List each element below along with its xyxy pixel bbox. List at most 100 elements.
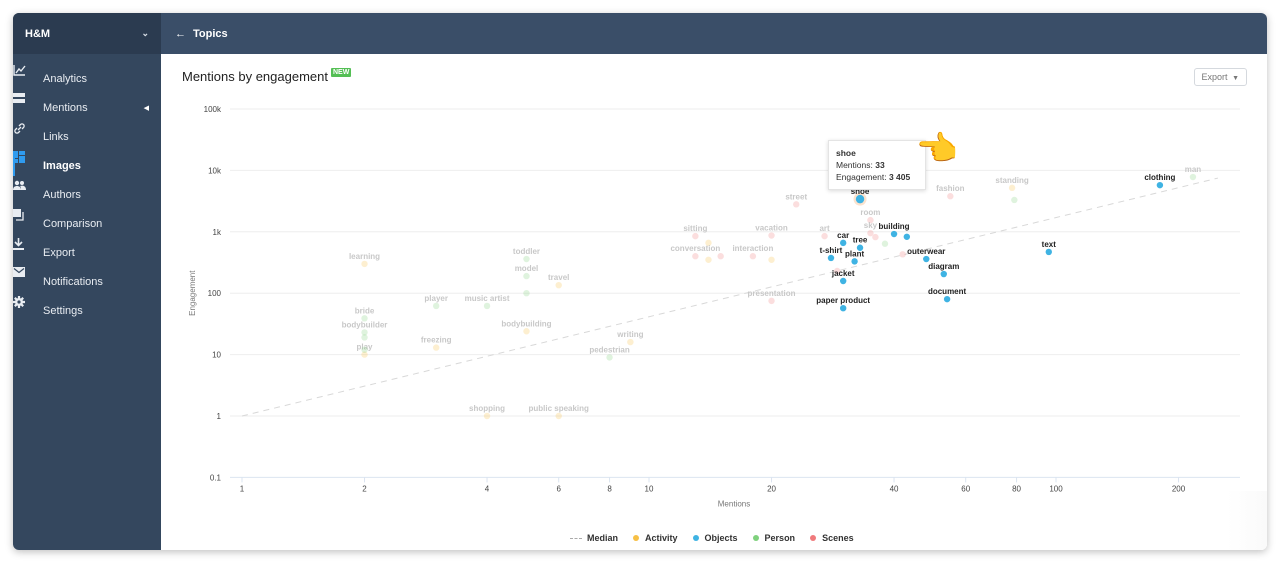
brand-switcher[interactable]: H&M ⌄ [13, 13, 161, 54]
data-point[interactable] [827, 254, 835, 262]
tooltip-title: shoe [836, 148, 856, 158]
data-label: art [819, 224, 830, 233]
data-point[interactable] [940, 270, 947, 278]
sidebar-item-mentions[interactable]: Mentions ◀ [13, 93, 161, 122]
data-point [606, 354, 613, 361]
data-label: man [1185, 165, 1202, 174]
data-label: travel [548, 273, 569, 282]
data-point [1189, 173, 1197, 181]
dot-icon [752, 535, 759, 541]
data-label: clothing [1144, 173, 1175, 182]
sidebar-item-analytics[interactable]: Analytics [13, 64, 161, 93]
data-point[interactable] [1156, 181, 1164, 189]
dot-icon [810, 535, 817, 541]
sidebar: H&M ⌄ Analytics Mentions ◀ Links Images [13, 13, 161, 550]
data-label: building [878, 222, 909, 231]
sidebar-item-settings[interactable]: Settings [13, 296, 161, 325]
legend-label: Scenes [822, 533, 854, 543]
chart-legend: Median Activity Objects Person Scenes [570, 533, 854, 543]
y-axis-label: Engagement [188, 270, 197, 316]
sidebar-nav: Analytics Mentions ◀ Links Images Author… [13, 54, 161, 325]
data-label: player [424, 294, 448, 303]
sidebar-item-links[interactable]: Links [13, 122, 161, 151]
data-point [555, 281, 562, 289]
data-point [523, 255, 530, 263]
data-point[interactable] [903, 233, 911, 240]
sidebar-item-label: Links [43, 130, 69, 143]
x-tick-label: 8 [607, 484, 612, 493]
data-point [523, 290, 530, 297]
data-label: interaction [732, 244, 773, 253]
sidebar-item-label: Mentions [43, 101, 88, 114]
brand-name: H&M [25, 27, 51, 40]
tooltip-engagement-value: 3 405 [888, 172, 911, 182]
y-tick-label: 0.1 [210, 473, 222, 482]
sidebar-item-export[interactable]: Export [13, 238, 161, 267]
data-point [821, 232, 828, 240]
data-label: paper product [816, 296, 870, 305]
users-icon [13, 180, 36, 202]
sidebar-item-images[interactable]: Images [13, 151, 161, 180]
data-point[interactable] [839, 304, 847, 312]
x-axis-label: Mentions [718, 499, 750, 508]
decorative-fade [1227, 491, 1267, 550]
link-icon [14, 123, 36, 144]
sidebar-item-label: Images [43, 159, 81, 172]
legend-item-objects[interactable]: Objects [692, 533, 738, 543]
y-tick-label: 10k [208, 166, 222, 175]
data-point[interactable] [855, 194, 865, 204]
legend-item-median[interactable]: Median [570, 533, 618, 543]
data-label: jacket [831, 269, 855, 278]
data-label: standing [995, 176, 1028, 185]
list-icon [13, 93, 36, 115]
data-point [692, 232, 699, 240]
tooltip-mentions-value: 33 [875, 160, 885, 170]
sidebar-item-label: Export [43, 246, 75, 259]
data-label: t-shirt [820, 246, 843, 255]
data-label: street [785, 192, 807, 201]
legend-item-person[interactable]: Person [752, 533, 795, 543]
data-point [768, 232, 775, 239]
data-point [872, 233, 879, 241]
pointing-hand-icon: 👉 [917, 130, 960, 168]
data-point [768, 256, 775, 263]
data-label: bride [355, 306, 375, 315]
caret-left-icon: ◀ [143, 104, 149, 112]
data-point[interactable] [1045, 248, 1052, 256]
data-point[interactable] [839, 277, 847, 285]
x-tick-label: 1 [240, 484, 245, 493]
y-tick-label: 1k [213, 228, 222, 237]
legend-item-scenes[interactable]: Scenes [810, 533, 854, 543]
chevron-down-icon: ⌄ [141, 28, 149, 38]
data-point[interactable] [890, 230, 898, 238]
back-button[interactable]: ← Topics [175, 28, 228, 40]
data-point [361, 260, 368, 268]
x-tick-label: 60 [961, 484, 970, 493]
sidebar-item-notifications[interactable]: Notifications [13, 267, 161, 296]
sidebar-item-comparison[interactable]: Comparison [13, 209, 161, 238]
data-label: conversation [670, 244, 720, 253]
data-point[interactable] [851, 258, 858, 265]
data-point [705, 256, 712, 263]
y-tick-label: 1 [217, 412, 222, 421]
point-tooltip: shoe Mentions: 33 Engagement: 3 405 [828, 140, 926, 190]
tooltip-engagement-label: Engagement: [836, 172, 887, 182]
data-point [361, 346, 368, 353]
data-point[interactable] [943, 295, 951, 303]
data-label: toddler [513, 247, 540, 256]
download-icon [13, 238, 36, 260]
legend-item-activity[interactable]: Activity [633, 533, 678, 543]
data-label: writing [616, 330, 643, 339]
legend-label: Objects [704, 533, 738, 543]
x-tick-label: 200 [1172, 484, 1186, 493]
data-label: learning [349, 252, 380, 261]
data-point [483, 412, 491, 420]
data-point[interactable] [923, 255, 930, 263]
chart-icon [13, 65, 36, 86]
data-point [361, 334, 368, 341]
data-point [692, 253, 699, 260]
legend-label: Median [587, 533, 619, 543]
sidebar-item-authors[interactable]: Authors [13, 180, 161, 209]
compare-icon [13, 209, 36, 231]
dot-icon [692, 535, 699, 541]
